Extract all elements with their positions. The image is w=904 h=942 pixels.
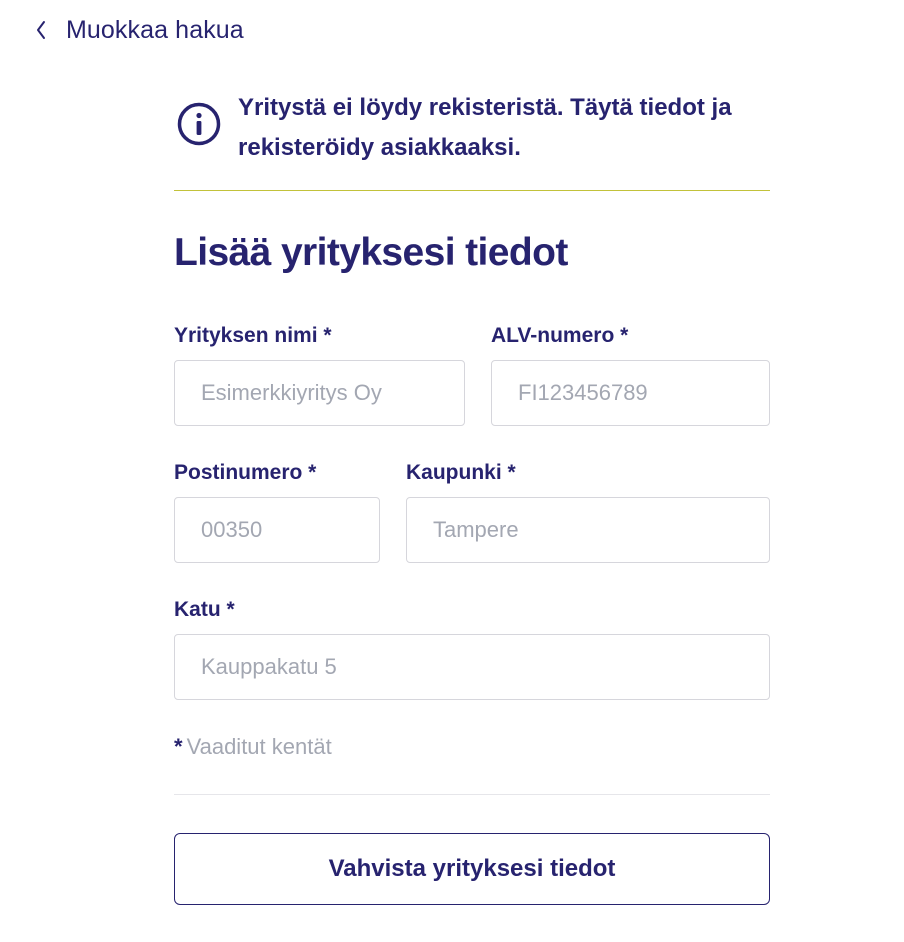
street-label: Katu * [174,598,235,621]
vat-number-label: ALV-numero * [491,324,629,347]
company-name-label: Yrityksen nimi * [174,324,332,347]
vat-number-group: ALV-numero * [491,323,770,426]
form-divider [174,794,770,795]
required-star: * [174,734,183,759]
postal-code-label: Postinumero * [174,461,317,484]
company-name-input[interactable] [174,360,465,426]
chevron-left-icon [37,21,45,39]
notice-message: Yritystä ei löydy rekisteristä. Täytä ti… [238,94,732,161]
back-link-label: Muokkaa hakua [66,15,244,44]
form-row-street: Katu * [174,597,770,700]
form-row-company: Yrityksen nimi * ALV-numero * [174,323,770,426]
confirm-company-button[interactable]: Vahvista yrityksesi tiedot [174,833,770,905]
city-label: Kaupunki * [406,461,516,484]
postal-code-input[interactable] [174,497,380,563]
postal-code-group: Postinumero * [174,460,380,563]
city-input[interactable] [406,497,770,563]
vat-number-input[interactable] [491,360,770,426]
form-title: Lisää yrityksesi tiedot [174,231,568,274]
back-link[interactable]: Muokkaa hakua [34,12,244,48]
form-row-location: Postinumero * Kaupunki * [174,460,770,563]
city-group: Kaupunki * [406,460,770,563]
street-group: Katu * [174,597,770,700]
company-form-panel: Yritystä ei löydy rekisteristä. Täytä ti… [174,88,770,905]
required-fields-note: * Vaaditut kentät [174,734,770,760]
company-name-group: Yrityksen nimi * [174,323,465,426]
required-note-text: Vaaditut kentät [186,734,332,759]
street-input[interactable] [174,634,770,700]
not-found-notice: Yritystä ei löydy rekisteristä. Täytä ti… [174,88,770,191]
info-icon [177,102,221,146]
